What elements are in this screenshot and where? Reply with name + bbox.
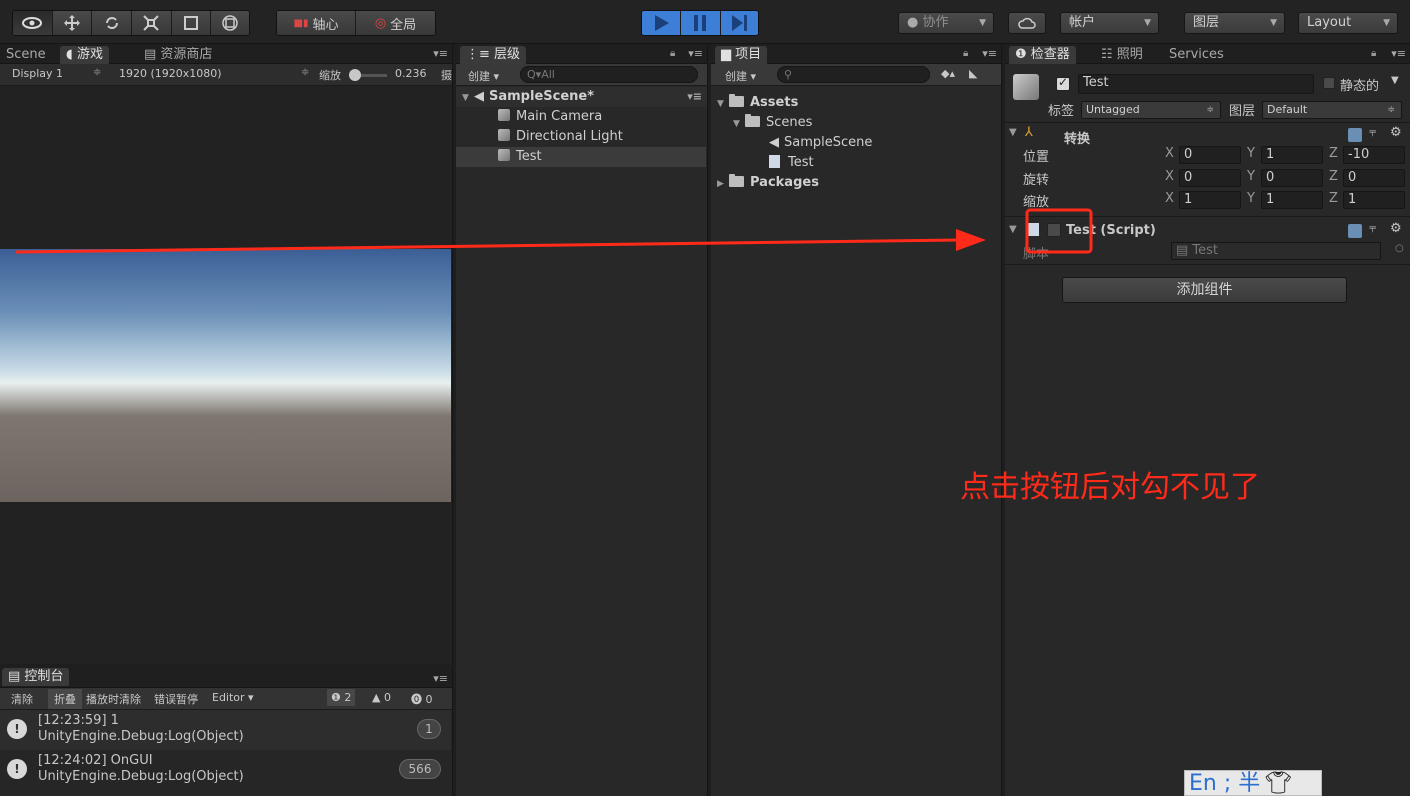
annotation-overlay bbox=[15, 208, 1093, 254]
annotation-arrow-line bbox=[15, 238, 961, 254]
annotation-arrowhead bbox=[956, 229, 986, 251]
annotation-highlight-box bbox=[1025, 208, 1093, 254]
annotation-text: 点击按钮后对勾不见了 bbox=[960, 470, 1260, 505]
